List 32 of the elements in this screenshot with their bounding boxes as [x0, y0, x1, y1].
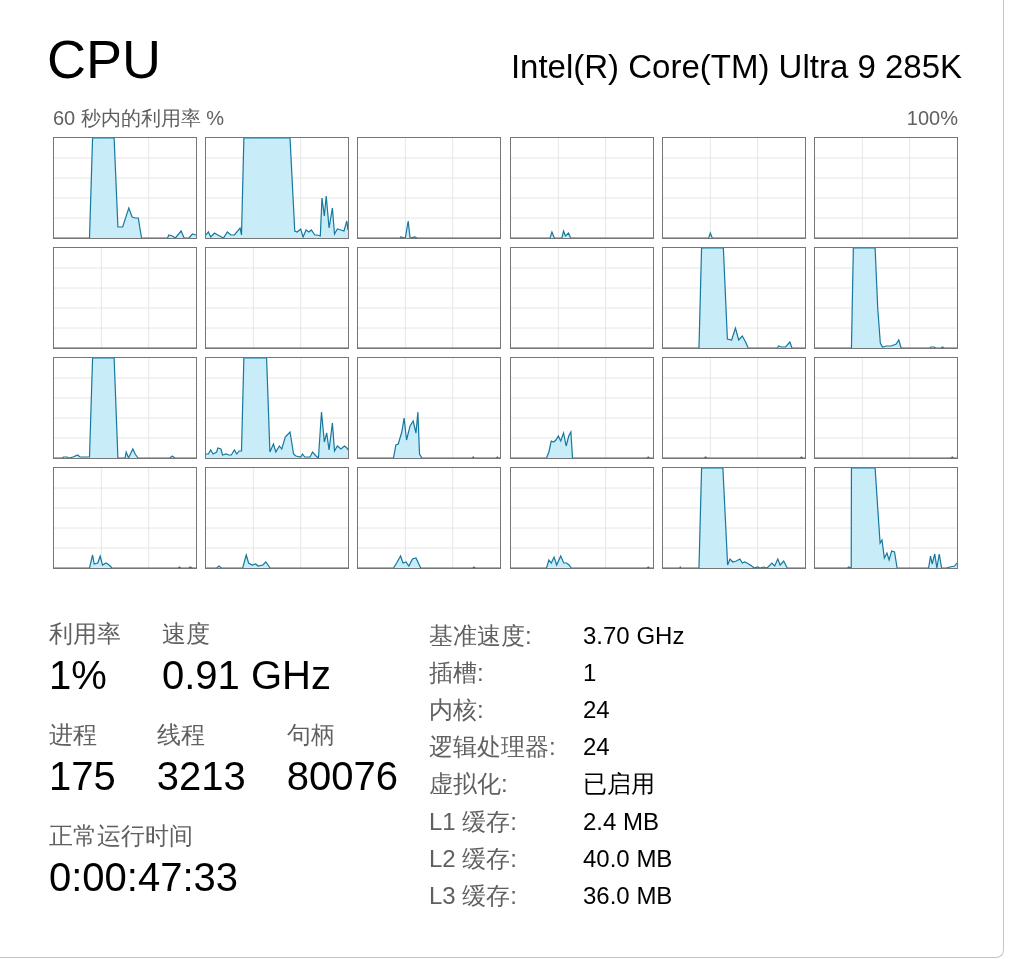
stat-label: 速度 [162, 619, 210, 649]
detail-value: 24 [583, 733, 611, 762]
stat-value: 0.91 GHz [162, 652, 331, 699]
stat-value: 80076 [286, 753, 398, 800]
processor-name: Intel(R) Core(TM) Ultra 9 285K [510, 47, 962, 87]
detail-label: 逻辑处理器: [429, 732, 557, 763]
detail-value: 40.0 MB [583, 844, 674, 873]
detail-label: L1 缓存: [429, 806, 519, 837]
detail-label: 虚拟化: [429, 769, 509, 800]
graph-caption: 60 秒内的利用率 % [53, 106, 225, 130]
detail-value: 3.70 GHz [583, 621, 685, 650]
detail-label: L3 缓存: [429, 880, 519, 911]
detail-label: 插槽: [429, 657, 485, 688]
stat-label: 进程 [49, 720, 97, 750]
graph-max-label: 100% [906, 106, 958, 130]
stat-label: 线程 [156, 720, 205, 750]
stat-label: 正常运行时间 [49, 821, 193, 851]
stat-value: 0:00:47:33 [49, 854, 239, 901]
stat-value: 3213 [156, 753, 246, 800]
detail-value: 2.4 MB [583, 807, 661, 836]
detail-label: L2 缓存: [429, 843, 519, 874]
stat-value: 175 [49, 753, 116, 800]
detail-value: 24 [583, 695, 611, 724]
detail-value: 已启用 [583, 769, 656, 800]
detail-value: 1 [583, 658, 598, 687]
stat-label: 利用率 [49, 619, 121, 649]
detail-label: 基准速度: [429, 620, 533, 651]
stat-label: 句柄 [286, 720, 335, 750]
panel-title: CPU [47, 29, 161, 89]
detail-label: 内核: [429, 694, 485, 725]
stat-value: 1% [49, 652, 107, 699]
detail-value: 36.0 MB [583, 881, 674, 910]
